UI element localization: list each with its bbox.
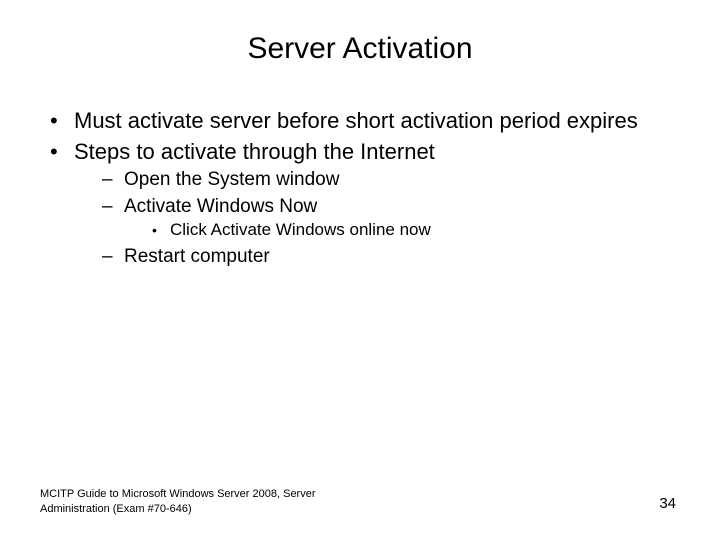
bullet-list: Must activate server before short activa… [40, 108, 680, 268]
bullet-text: Must activate server before short activa… [74, 108, 638, 133]
footer-source: MCITP Guide to Microsoft Windows Server … [40, 487, 360, 516]
bullet-text: Restart computer [124, 246, 270, 267]
list-item: Must activate server before short activa… [50, 108, 680, 135]
bullet-sublist: Open the System window Activate Windows … [74, 168, 680, 268]
list-item: Open the System window [102, 168, 680, 191]
bullet-text: Click Activate Windows online now [170, 220, 431, 239]
bullet-text: Open the System window [124, 169, 339, 190]
list-item: Restart computer [102, 245, 680, 268]
page-number: 34 [659, 495, 676, 512]
bullet-text: Steps to activate through the Internet [74, 139, 435, 164]
slide-title: Server Activation [40, 32, 680, 66]
bullet-text: Activate Windows Now [124, 196, 317, 217]
list-item: Steps to activate through the Internet O… [50, 139, 680, 268]
list-item: Click Activate Windows online now [152, 220, 680, 241]
slide: Server Activation Must activate server b… [0, 0, 720, 540]
bullet-subsublist: Click Activate Windows online now [124, 220, 680, 241]
list-item: Activate Windows Now Click Activate Wind… [102, 195, 680, 241]
